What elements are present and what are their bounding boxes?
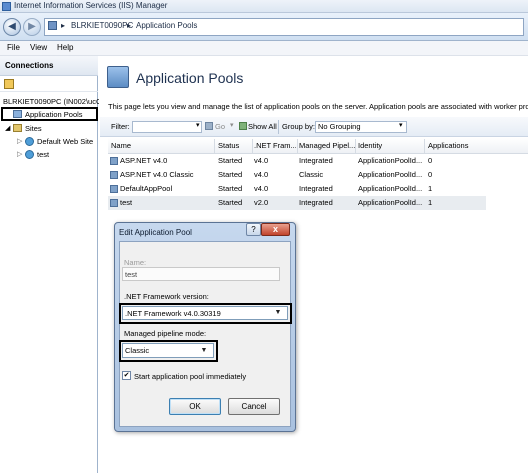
ok-button[interactable]: OK [169,398,221,415]
forward-arrow-icon[interactable]: ▶ [23,18,41,36]
cancel-button[interactable]: Cancel [228,398,280,415]
globe-icon [25,150,34,159]
menu-help[interactable]: Help [57,43,73,52]
filter-dropdown-icon[interactable]: ▾ [196,121,200,129]
show-all-icon [239,122,247,130]
cell-framework: v2.0 [254,198,269,207]
group-by-value: No Grouping [318,122,361,131]
start-immediately-label: Start application pool immediately [134,372,247,381]
show-all-button[interactable]: Show All [248,122,277,131]
app-pool-icon [110,185,118,193]
cell-framework: v4.0 [254,184,269,193]
cell-pipeline: Classic [299,170,324,179]
go-icon [205,122,213,130]
column-separator[interactable] [424,139,425,153]
tree-app-pools[interactable]: Application Pools [25,110,83,119]
cell-identity: ApplicationPoolId... [358,170,422,179]
iis-app-icon [2,2,11,11]
back-arrow-icon[interactable]: ◀ [3,18,21,36]
cell-pipeline: Integrated [299,198,333,207]
group-by-label: Group by: [282,122,315,131]
column-identity[interactable]: Identity [358,141,422,150]
cell-name: DefaultAppPool [120,184,173,193]
cell-name: ASP.NET v4.0 Classic [120,170,194,179]
globe-icon [25,137,34,146]
cell-applications: 0 [428,170,433,179]
column-separator[interactable] [252,139,253,153]
help-button[interactable]: ? [246,223,261,236]
app-pool-icon [110,199,118,207]
breadcrumb-server[interactable]: BLRKIET0090PC [71,21,133,30]
cell-applications: 1 [428,198,433,207]
cell-applications: 1 [428,184,433,193]
column-separator[interactable] [214,139,215,153]
connect-icon[interactable] [4,79,14,89]
cell-name: test [120,198,133,207]
cell-identity: ApplicationPoolId... [358,198,422,207]
chevron-down-icon[interactable]: ▾ [399,121,403,129]
breadcrumb-separator-2: ▸ [127,21,132,30]
expand-sites-icon[interactable]: ◢ [5,124,10,132]
cell-status: Started [218,156,243,165]
start-immediately-checkbox[interactable]: ✔ [122,371,131,380]
pipeline-value: Classic [125,346,150,355]
expand-test-site-icon[interactable]: ▷ [17,150,22,158]
menu-bar [0,41,528,56]
framework-value: .NET Framework v4.0.30319 [125,309,221,318]
connections-toolbar [0,76,98,92]
breadcrumb-app-pools[interactable]: Application Pools [136,21,197,30]
pipeline-label: Managed pipeline mode: [124,329,207,338]
tree-server-node[interactable]: BLRKIET0090PC (IN002\ucC [3,97,101,106]
framework-label: .NET Framework version: [124,292,209,301]
menu-view[interactable]: View [30,43,47,52]
server-icon [48,21,57,30]
cell-pipeline: Integrated [299,156,333,165]
cell-applications: 0 [428,156,433,165]
column-name[interactable]: Name [111,141,211,150]
tree-sites[interactable]: Sites [25,124,42,133]
cell-status: Started [218,184,243,193]
cell-status: Started [218,198,243,207]
app-pool-icon [110,171,118,179]
column-net-framework[interactable]: .NET Fram... [254,141,296,150]
connections-header: Connections [0,56,98,76]
column-separator[interactable] [355,139,356,153]
name-value: test [125,270,138,279]
application-pools-icon [13,110,22,118]
cell-pipeline: Integrated [299,184,333,193]
cell-framework: v4.0 [254,156,269,165]
go-button[interactable]: Go [215,122,225,131]
cell-identity: ApplicationPoolId... [358,156,422,165]
folder-icon [13,124,22,132]
column-status[interactable]: Status [218,141,250,150]
name-field [122,267,280,281]
tree-test-site[interactable]: test [37,150,49,159]
column-applications[interactable]: Applications [428,141,488,150]
cell-name: ASP.NET v4.0 [120,156,168,165]
column-separator[interactable] [297,139,298,153]
application-pools-icon [107,66,129,88]
chevron-down-icon[interactable]: ▼ [272,307,284,318]
window-title: Internet Information Services (IIS) Mana… [14,1,168,10]
chevron-down-icon[interactable]: ▼ [198,345,210,356]
name-label: Name: [124,258,147,267]
go-dropdown-icon[interactable]: ▾ [230,121,234,129]
toolbar-divider [278,120,279,134]
filter-label: Filter: [111,122,130,131]
page-title: Application Pools [136,70,244,86]
filter-input[interactable] [132,121,202,133]
column-managed-pipeline[interactable]: Managed Pipel... [299,141,355,150]
expand-default-site-icon[interactable]: ▷ [17,137,22,145]
cell-status: Started [218,170,243,179]
page-description: This page lets you view and manage the l… [108,102,528,111]
menu-file[interactable]: File [7,43,20,52]
app-pool-icon [110,157,118,165]
cell-identity: ApplicationPoolId... [358,184,422,193]
cell-framework: v4.0 [254,170,269,179]
breadcrumb-separator: ▸ [61,21,66,30]
close-button[interactable]: x [261,223,290,236]
dialog-title: Edit Application Pool [119,228,192,237]
tree-default-site[interactable]: Default Web Site [37,137,93,146]
